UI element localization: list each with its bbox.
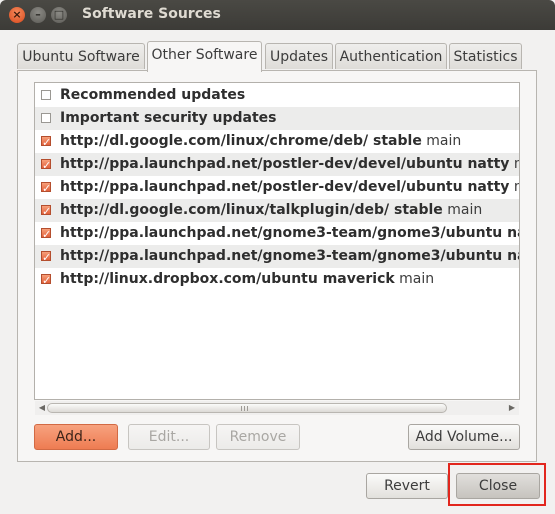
source-row[interactable]: http://ppa.launchpad.net/postler-dev/dev… (35, 153, 519, 177)
add-volume-button[interactable]: Add Volume... (408, 424, 520, 450)
grip-line (247, 406, 248, 411)
source-label: http://dl.google.com/linux/chrome/deb/ s… (60, 133, 462, 149)
edit-button[interactable]: Edit... (128, 424, 210, 450)
window-maximize-icon[interactable]: □ (51, 7, 67, 23)
revert-button[interactable]: Revert (366, 473, 448, 499)
source-label: http://dl.google.com/linux/talkplugin/de… (60, 202, 483, 218)
source-row[interactable]: Recommended updates (35, 84, 519, 107)
source-label: Important security updates (60, 110, 277, 126)
source-checkbox[interactable] (41, 177, 51, 200)
source-label: Recommended updates (60, 87, 246, 103)
source-row[interactable]: http://dl.google.com/linux/chrome/deb/ s… (35, 130, 519, 154)
source-label: http://ppa.launchpad.net/postler-dev/dev… (60, 179, 519, 195)
source-checkbox[interactable] (41, 90, 51, 100)
source-checkbox[interactable] (41, 113, 51, 123)
source-label: http://linux.dropbox.com/ubuntu maverick… (60, 271, 435, 287)
window-title: Software Sources (82, 6, 221, 22)
scroll-right-icon[interactable]: ▶ (505, 401, 519, 415)
source-checkbox[interactable] (41, 200, 51, 223)
source-row[interactable]: http://ppa.launchpad.net/gnome3-team/gno… (35, 245, 520, 269)
source-checkbox[interactable] (41, 246, 51, 269)
source-label: http://ppa.launchpad.net/postler-dev/dev… (60, 156, 519, 172)
tab-other-software[interactable]: Other Software (147, 41, 262, 72)
source-label: http://ppa.launchpad.net/gnome3-team/gno… (60, 248, 520, 264)
source-row[interactable]: Important security updates (35, 107, 519, 130)
remove-button[interactable]: Remove (216, 424, 300, 450)
source-checkbox[interactable] (41, 154, 51, 177)
source-row[interactable]: http://linux.dropbox.com/ubuntu maverick… (35, 268, 519, 292)
source-row[interactable]: http://dl.google.com/linux/talkplugin/de… (35, 199, 519, 223)
source-row[interactable]: http://ppa.launchpad.net/postler-dev/dev… (35, 176, 519, 200)
title-bar: × – □ Software Sources (0, 0, 555, 30)
source-label: http://ppa.launchpad.net/gnome3-team/gno… (60, 225, 520, 241)
window-minimize-icon[interactable]: – (30, 7, 46, 23)
highlight-box (448, 463, 546, 506)
grip-line (241, 406, 242, 411)
grip-line (244, 406, 245, 411)
tab-authentication[interactable]: Authentication (335, 43, 447, 69)
sources-list: Recommended updates Important security u… (34, 82, 520, 400)
tab-updates[interactable]: Updates (265, 43, 333, 69)
tab-ubuntu-software[interactable]: Ubuntu Software (17, 43, 145, 69)
add-button[interactable]: Add... (34, 424, 118, 450)
source-checkbox[interactable] (41, 131, 51, 154)
source-checkbox[interactable] (41, 269, 51, 292)
scrollbar-thumb[interactable] (47, 403, 447, 413)
horizontal-scrollbar[interactable]: ◀ ▶ (35, 401, 519, 415)
source-row[interactable]: http://ppa.launchpad.net/gnome3-team/gno… (35, 222, 520, 246)
tab-statistics[interactable]: Statistics (449, 43, 522, 69)
window-close-icon[interactable]: × (9, 7, 25, 23)
source-checkbox[interactable] (41, 223, 51, 246)
